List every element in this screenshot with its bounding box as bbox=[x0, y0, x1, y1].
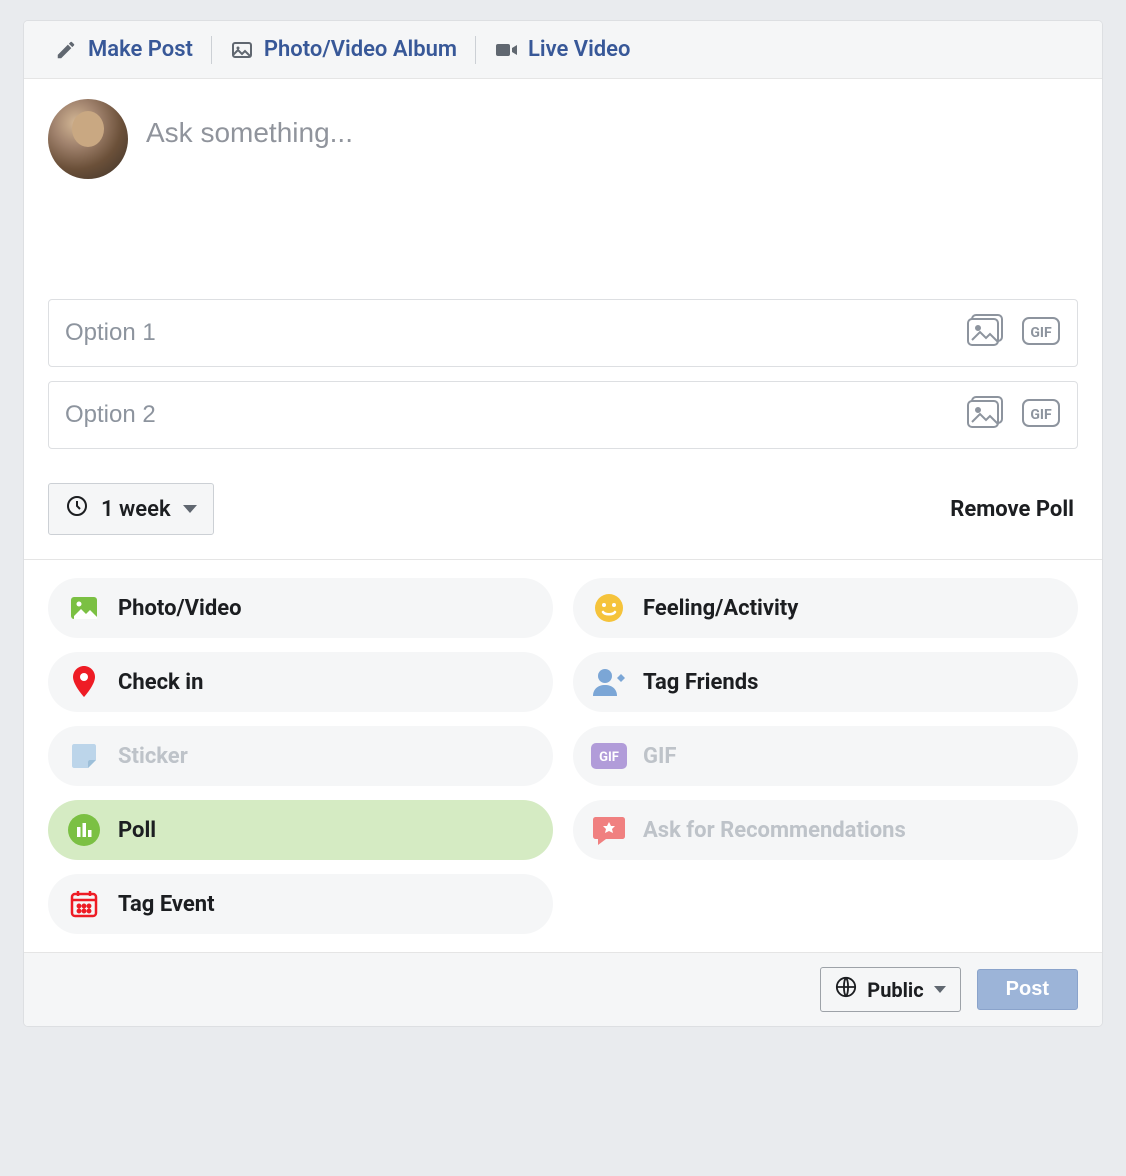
gif-icon: GIF bbox=[1021, 316, 1061, 350]
poll-controls: 1 week Remove Poll bbox=[24, 483, 1102, 559]
privacy-selector[interactable]: Public bbox=[820, 967, 960, 1012]
composer-tabs: Make Post Photo/Video Album Live Video bbox=[24, 21, 1102, 79]
attach-gif[interactable]: GIF GIF bbox=[573, 726, 1078, 786]
attach-tag-friends-label: Tag Friends bbox=[643, 670, 758, 695]
feeling-icon bbox=[591, 590, 627, 626]
add-photo-option-2[interactable] bbox=[965, 395, 1005, 435]
pencil-icon bbox=[54, 38, 78, 62]
attach-sticker-label: Sticker bbox=[118, 744, 188, 769]
poll-option-2-row: GIF bbox=[48, 381, 1078, 449]
video-camera-icon bbox=[494, 38, 518, 62]
photo-album-icon bbox=[230, 38, 254, 62]
photo-video-icon bbox=[66, 590, 102, 626]
tab-make-post[interactable]: Make Post bbox=[44, 33, 203, 66]
remove-poll-button[interactable]: Remove Poll bbox=[950, 497, 1078, 522]
attach-gif-label: GIF bbox=[643, 744, 677, 769]
sticker-icon bbox=[66, 738, 102, 774]
add-photo-option-1[interactable] bbox=[965, 313, 1005, 353]
avatar bbox=[48, 99, 128, 179]
calendar-icon bbox=[66, 886, 102, 922]
svg-text:GIF: GIF bbox=[1030, 325, 1052, 341]
location-pin-icon bbox=[66, 664, 102, 700]
poll-duration-dropdown[interactable]: 1 week bbox=[48, 483, 214, 535]
attach-photo-video[interactable]: Photo/Video bbox=[48, 578, 553, 638]
attach-poll[interactable]: Poll bbox=[48, 800, 553, 860]
add-gif-option-1[interactable]: GIF bbox=[1021, 313, 1061, 353]
attach-feeling-activity-label: Feeling/Activity bbox=[643, 596, 798, 621]
attach-sticker[interactable]: Sticker bbox=[48, 726, 553, 786]
post-button[interactable]: Post bbox=[977, 969, 1078, 1010]
chevron-down-icon bbox=[934, 986, 946, 993]
post-composer: Make Post Photo/Video Album Live Video bbox=[23, 20, 1103, 1027]
poll-duration-label: 1 week bbox=[101, 497, 171, 522]
attach-poll-label: Poll bbox=[118, 818, 156, 843]
attachments-grid: Photo/Video Feeling/Activity Check in Ta… bbox=[24, 559, 1102, 952]
globe-icon bbox=[835, 976, 857, 1003]
tab-photo-video-album[interactable]: Photo/Video Album bbox=[220, 33, 467, 66]
attach-tag-friends[interactable]: Tag Friends bbox=[573, 652, 1078, 712]
divider bbox=[475, 36, 476, 64]
tag-friends-icon bbox=[591, 664, 627, 700]
attach-ask-recommendations[interactable]: Ask for Recommendations bbox=[573, 800, 1078, 860]
attach-feeling-activity[interactable]: Feeling/Activity bbox=[573, 578, 1078, 638]
post-button-label: Post bbox=[1006, 978, 1049, 1000]
photo-icon bbox=[966, 396, 1004, 434]
recommendations-icon bbox=[591, 812, 627, 848]
photo-icon bbox=[966, 314, 1004, 352]
divider bbox=[211, 36, 212, 64]
poll-options: GIF GIF bbox=[24, 299, 1102, 483]
privacy-label: Public bbox=[867, 978, 923, 1002]
attach-check-in[interactable]: Check in bbox=[48, 652, 553, 712]
gif-icon: GIF bbox=[1021, 398, 1061, 432]
compose-area bbox=[24, 79, 1102, 299]
poll-option-1-row: GIF bbox=[48, 299, 1078, 367]
attach-tag-event[interactable]: Tag Event bbox=[48, 874, 553, 934]
tab-make-post-label: Make Post bbox=[88, 37, 193, 62]
remove-poll-label: Remove Poll bbox=[950, 497, 1074, 522]
attach-tag-event-label: Tag Event bbox=[118, 892, 215, 917]
poll-option-1-input[interactable] bbox=[65, 319, 949, 347]
poll-option-2-input[interactable] bbox=[65, 401, 949, 429]
poll-icon bbox=[66, 812, 102, 848]
composer-footer: Public Post bbox=[24, 952, 1102, 1026]
tab-live-video-label: Live Video bbox=[528, 37, 630, 62]
attach-check-in-label: Check in bbox=[118, 670, 203, 695]
tab-photo-video-album-label: Photo/Video Album bbox=[264, 37, 457, 62]
attach-photo-video-label: Photo/Video bbox=[118, 596, 242, 621]
add-gif-option-2[interactable]: GIF bbox=[1021, 395, 1061, 435]
attach-ask-recommendations-label: Ask for Recommendations bbox=[643, 818, 906, 843]
poll-question-input[interactable] bbox=[146, 99, 1078, 149]
svg-text:GIF: GIF bbox=[1030, 407, 1052, 423]
tab-live-video[interactable]: Live Video bbox=[484, 33, 640, 66]
gif-badge-icon: GIF bbox=[591, 738, 627, 774]
clock-icon bbox=[65, 494, 89, 524]
svg-text:GIF: GIF bbox=[599, 750, 619, 765]
chevron-down-icon bbox=[183, 505, 197, 513]
